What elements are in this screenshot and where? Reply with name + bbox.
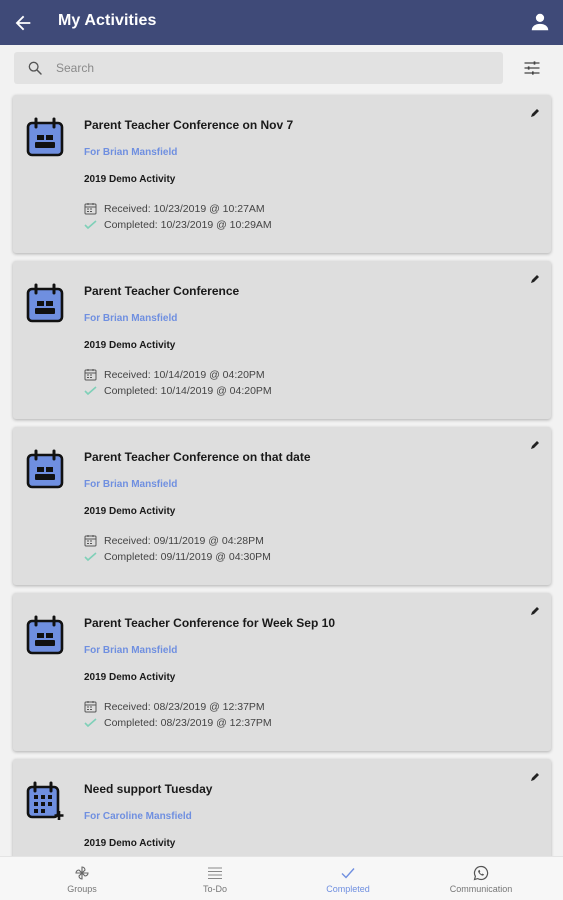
activity-card[interactable]: Parent Teacher Conference on Nov 7 For B…: [13, 95, 551, 253]
check-icon: [84, 552, 97, 562]
nav-completed-label: Completed: [326, 884, 370, 894]
search-box: [14, 52, 503, 84]
edit-pencil-icon[interactable]: [529, 605, 541, 617]
received-text: Received: 09/11/2019 @ 04:28PM: [104, 534, 264, 547]
check-icon: [84, 386, 97, 396]
activity-title: Parent Teacher Conference on that date: [84, 450, 311, 464]
check-icon: [84, 220, 97, 230]
received-row: Received: 09/11/2019 @ 04:28PM: [84, 534, 264, 547]
calendar-small-icon: [84, 535, 97, 547]
search-input[interactable]: [56, 52, 496, 84]
nav-completed[interactable]: Completed: [278, 857, 418, 900]
app-bar: My Activities: [0, 0, 563, 45]
activity-card[interactable]: Parent Teacher Conference For Brian Mans…: [13, 261, 551, 419]
calendar-small-icon: [84, 701, 97, 713]
activity-title: Parent Teacher Conference for Week Sep 1…: [84, 616, 335, 630]
received-text: Received: 10/23/2019 @ 10:27AM: [104, 202, 265, 215]
nav-todo[interactable]: To-Do: [145, 857, 285, 900]
edit-pencil-icon[interactable]: [529, 273, 541, 285]
check-icon: [84, 718, 97, 728]
activity-title: Parent Teacher Conference on Nov 7: [84, 118, 294, 132]
activity-for-link[interactable]: For Brian Mansfield: [84, 645, 177, 656]
pinwheel-icon: [75, 866, 89, 880]
activity-card[interactable]: Parent Teacher Conference on that date F…: [13, 427, 551, 585]
completed-text: Completed: 10/23/2019 @ 10:29AM: [104, 218, 272, 231]
nav-todo-label: To-Do: [202, 884, 227, 894]
search-bar: [0, 45, 563, 90]
activity-card[interactable]: Parent Teacher Conference for Week Sep 1…: [13, 593, 551, 751]
calendar-people-icon: [26, 117, 64, 157]
edit-pencil-icon[interactable]: [529, 439, 541, 451]
activity-card[interactable]: Need support Tuesday For Caroline Mansfi…: [13, 759, 551, 856]
activity-list: Parent Teacher Conference on Nov 7 For B…: [0, 90, 563, 856]
received-text: Received: 10/14/2019 @ 04:20PM: [104, 368, 265, 381]
back-arrow-icon[interactable]: [12, 12, 34, 34]
activity-name: 2019 Demo Activity: [84, 174, 176, 185]
activity-name: 2019 Demo Activity: [84, 838, 176, 849]
activity-name: 2019 Demo Activity: [84, 672, 176, 683]
calendar-people-icon: [26, 449, 64, 489]
nav-communication-label: Communication: [449, 884, 513, 894]
activity-title: Need support Tuesday: [84, 782, 213, 796]
activity-name: 2019 Demo Activity: [84, 340, 176, 351]
activity-for-link[interactable]: For Brian Mansfield: [84, 479, 177, 490]
received-row: Received: 10/23/2019 @ 10:27AM: [84, 202, 265, 215]
nav-groups-label: Groups: [67, 884, 97, 894]
bottom-navigation: Groups To-Do Completed Communication: [0, 856, 563, 900]
completed-row: Completed: 10/23/2019 @ 10:29AM: [84, 218, 272, 231]
activity-title: Parent Teacher Conference: [84, 284, 240, 298]
check-icon: [341, 868, 355, 879]
completed-row: Completed: 09/11/2019 @ 04:30PM: [84, 550, 271, 563]
received-text: Received: 08/23/2019 @ 12:37PM: [104, 700, 265, 713]
activity-name: 2019 Demo Activity: [84, 506, 176, 517]
edit-pencil-icon[interactable]: [529, 771, 541, 783]
activity-for-link[interactable]: For Caroline Mansfield: [84, 811, 192, 822]
person-icon[interactable]: [529, 11, 551, 33]
activity-for-link[interactable]: For Brian Mansfield: [84, 313, 177, 324]
activity-for-link[interactable]: For Brian Mansfield: [84, 147, 177, 158]
calendar-add-icon: [26, 781, 64, 820]
received-row: Received: 10/14/2019 @ 04:20PM: [84, 368, 265, 381]
completed-row: Completed: 10/14/2019 @ 04:20PM: [84, 384, 272, 397]
nav-communication[interactable]: Communication: [411, 857, 551, 900]
received-row: Received: 08/23/2019 @ 12:37PM: [84, 700, 265, 713]
completed-text: Completed: 09/11/2019 @ 04:30PM: [104, 550, 271, 563]
nav-groups[interactable]: Groups: [12, 857, 152, 900]
whatsapp-icon: [473, 865, 489, 881]
completed-text: Completed: 10/14/2019 @ 04:20PM: [104, 384, 272, 397]
search-icon: [28, 61, 42, 75]
completed-text: Completed: 08/23/2019 @ 12:37PM: [104, 716, 272, 729]
completed-row: Completed: 08/23/2019 @ 12:37PM: [84, 716, 272, 729]
calendar-people-icon: [26, 615, 64, 655]
calendar-small-icon: [84, 203, 97, 215]
calendar-small-icon: [84, 369, 97, 381]
page-title: My Activities: [58, 12, 157, 29]
filter-sliders-icon[interactable]: [522, 58, 542, 78]
list-icon: [208, 867, 222, 879]
edit-pencil-icon[interactable]: [529, 107, 541, 119]
calendar-people-icon: [26, 283, 64, 323]
